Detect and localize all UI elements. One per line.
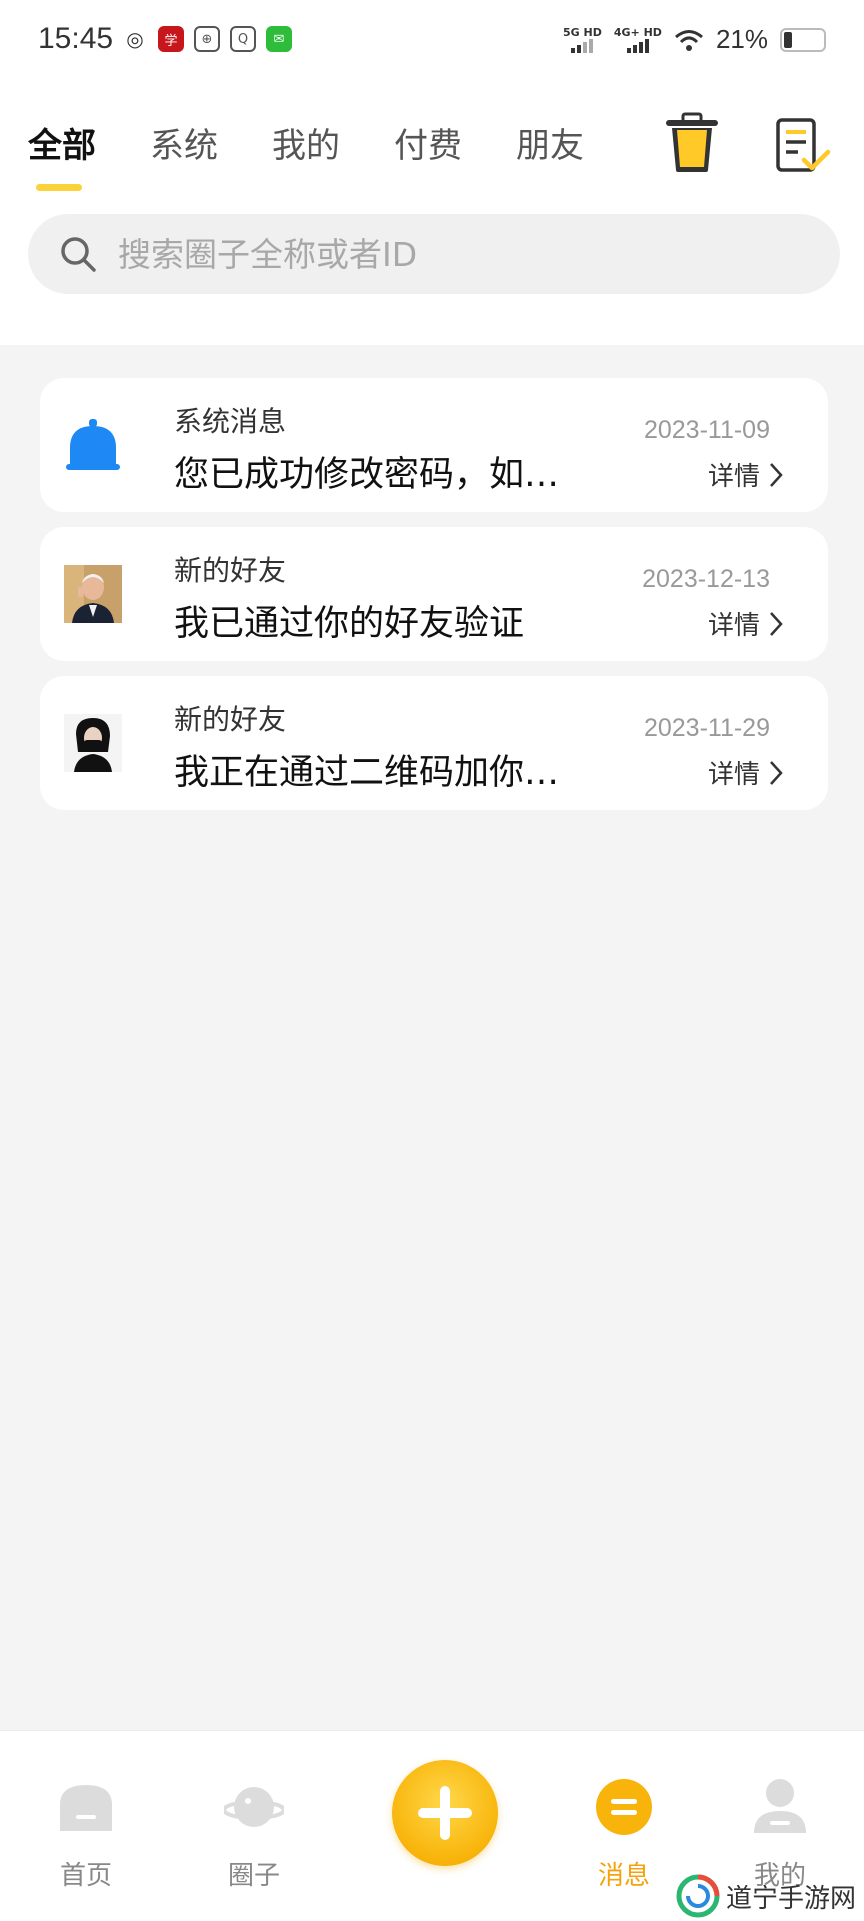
message-preview: 我已通过你的好友验证 <box>174 604 525 644</box>
message-date: 2023-11-09 <box>643 416 770 444</box>
signal-4g: 4G+ HD <box>614 26 662 53</box>
chevron-right-icon <box>770 760 783 785</box>
mark-read-icon[interactable] <box>772 116 832 176</box>
watermark-text: 道宁手游网 <box>726 1883 857 1914</box>
profile-icon <box>754 1779 806 1833</box>
battery-percent: 21% <box>715 24 768 54</box>
detail-label: 详情 <box>707 760 760 790</box>
detail-link[interactable]: 详情 <box>708 754 784 791</box>
planet-icon <box>224 1787 284 1827</box>
watermark: 道宁手游网 <box>676 1874 856 1918</box>
bank-icon: ⊕ <box>194 26 220 52</box>
detail-label: 详情 <box>707 462 760 492</box>
tab-paid[interactable]: 付费 <box>394 118 462 188</box>
weibo-icon: ◎ <box>126 27 144 51</box>
message-item-system[interactable]: 系统消息 您已成功修改密码，如… 2023-11-09 详情 <box>40 378 828 512</box>
message-date: 2023-11-29 <box>643 714 770 742</box>
message-list: 系统消息 您已成功修改密码，如… 2023-11-09 详情 新的好友 我已通过… <box>40 378 828 825</box>
user-avatar <box>64 565 122 623</box>
detail-label: 详情 <box>707 611 760 641</box>
search-bar[interactable] <box>28 214 840 294</box>
detail-link[interactable]: 详情 <box>708 605 784 642</box>
battery-icon <box>780 27 826 52</box>
wechat-icon: ✉ <box>266 26 292 52</box>
message-title: 新的好友 <box>174 554 287 587</box>
chevron-right-icon <box>770 611 783 636</box>
wifi-icon <box>674 29 703 51</box>
tab-mine[interactable]: 我的 <box>272 118 340 188</box>
status-indicators: 5G HD 4G+ HD 21% <box>563 24 826 55</box>
signal-5g: 5G HD <box>563 26 602 53</box>
tab-all[interactable]: 全部 <box>28 118 96 191</box>
user-avatar <box>64 714 122 772</box>
tab-system[interactable]: 系统 <box>150 118 218 188</box>
xuexi-icon: 学 <box>158 26 184 52</box>
chevron-right-icon <box>770 462 783 487</box>
message-item-friend[interactable]: 新的好友 我正在通过二维码加你… 2023-11-29 详情 <box>40 676 828 810</box>
search-icon <box>61 237 96 272</box>
nav-label: 圈子 <box>227 1861 280 1891</box>
message-preview: 我正在通过二维码加你… <box>174 753 560 793</box>
message-date: 2023-12-13 <box>642 565 770 593</box>
nav-label: 首页 <box>59 1861 112 1891</box>
search-input[interactable] <box>116 233 800 275</box>
status-app-icons: ◎ 学 ⊕ Q ✉ <box>122 26 292 52</box>
home-icon <box>60 1785 112 1831</box>
message-item-friend[interactable]: 新的好友 我已通过你的好友验证 2023-12-13 详情 <box>40 527 828 661</box>
status-time: 15:45 <box>38 22 114 55</box>
nav-home[interactable]: 首页 <box>26 1731 146 1921</box>
nav-circles[interactable]: 圈子 <box>194 1731 314 1921</box>
message-preview: 您已成功修改密码，如… <box>174 455 560 495</box>
watermark-logo-icon <box>676 1874 720 1918</box>
status-bar: 15:45 ◎ 学 ⊕ Q ✉ 5G HD 4G+ HD 21% <box>0 0 864 80</box>
nav-messages[interactable]: 消息 <box>564 1731 684 1921</box>
detail-link[interactable]: 详情 <box>708 456 784 493</box>
nav-label: 消息 <box>597 1861 650 1891</box>
message-title: 新的好友 <box>174 703 287 736</box>
bell-icon <box>64 416 122 474</box>
search-app-icon: Q <box>230 26 256 52</box>
tab-friends[interactable]: 朋友 <box>516 118 584 188</box>
trash-icon[interactable] <box>662 112 722 174</box>
create-post-button[interactable] <box>392 1760 498 1866</box>
filter-tabs: 全部 系统 我的 付费 朋友 <box>28 118 638 191</box>
message-title: 系统消息 <box>174 405 287 438</box>
message-icon <box>596 1779 652 1835</box>
